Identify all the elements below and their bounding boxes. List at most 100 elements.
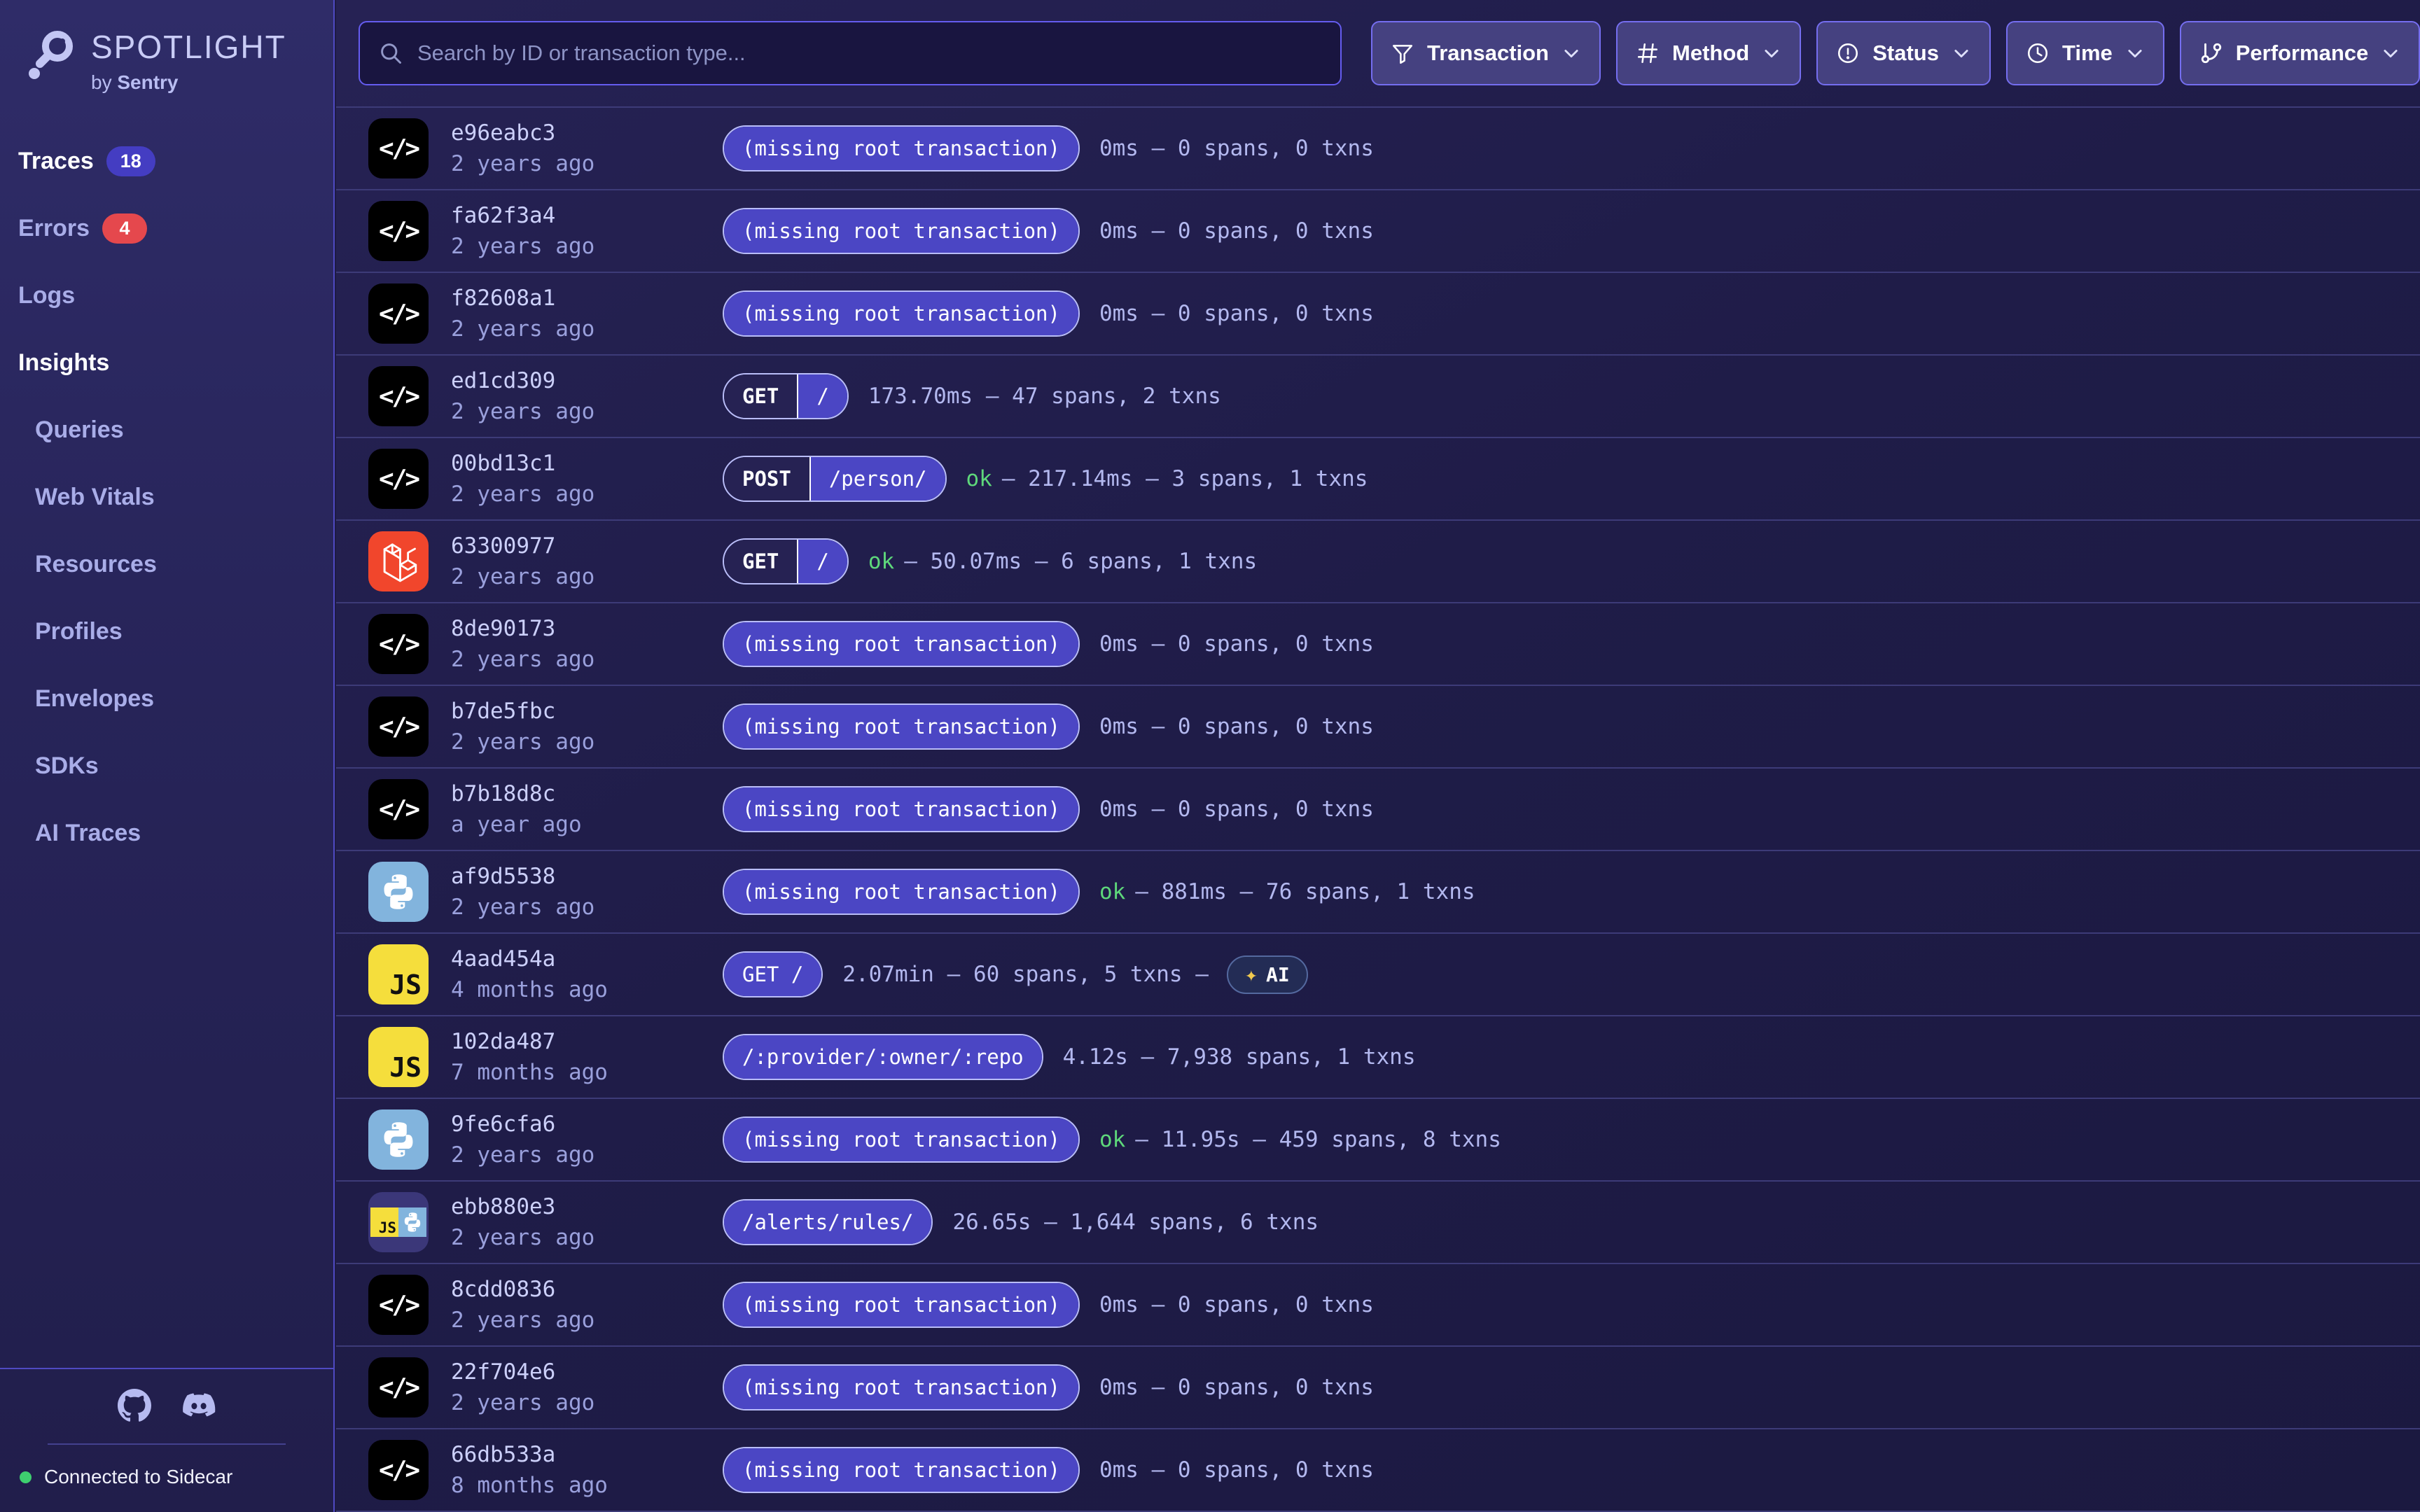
missing-root-transaction-badge: (missing root transaction) [723,125,1080,172]
missing-root-transaction-badge: (missing root transaction) [723,208,1080,254]
errors-count-badge: 4 [102,214,147,244]
filter-label: Time [2062,41,2113,66]
missing-root-transaction-badge: (missing root transaction) [723,290,1080,337]
code-icon: </> [368,284,429,344]
discord-icon[interactable] [182,1389,216,1422]
spotlight-logo-icon [28,28,80,87]
sidecar-status: Connected to Sidecar [20,1466,333,1488]
sidebar-item-errors[interactable]: Errors 4 [0,195,333,262]
spotlight-app: { "app": { "name": "SPOTLIGHT", "byline_… [0,0,2420,1512]
trace-stats: ok— 881ms — 76 spans, 1 txns [1099,879,1475,904]
sidebar-nav: Traces 18 Errors 4 Logs Insights Queries… [0,127,333,867]
filter-performance-button[interactable]: Performance [2180,21,2420,85]
trace-stats: 173.70ms — 47 spans, 2 txns [868,384,1221,409]
trace-row[interactable]: JS ebb880e3 2 years ago /alerts/rules/ 2… [336,1182,2420,1264]
sidebar-item-logs[interactable]: Logs [0,262,333,329]
http-method: GET [724,374,797,418]
trace-stats: 0ms — 0 spans, 0 txns [1099,218,1374,244]
missing-root-transaction-badge: (missing root transaction) [723,786,1080,832]
trace-age: 2 years ago [451,1308,723,1333]
chevron-down-icon [1762,43,1781,63]
chevron-down-icon [2381,43,2400,63]
trace-age: 2 years ago [451,729,723,755]
trace-age: 2 years ago [451,895,723,920]
ai-badge: ✦AI [1227,955,1308,994]
python-icon [368,1110,429,1170]
alert-circle-icon [1836,41,1860,65]
trace-row[interactable]: 63300977 2 years ago GET/ ok— 50.07ms — … [336,521,2420,603]
github-icon[interactable] [118,1389,151,1422]
trace-row[interactable]: af9d5538 2 years ago (missing root trans… [336,851,2420,934]
trace-stats: 0ms — 0 spans, 0 txns [1099,1292,1374,1317]
topbar: Transaction Method Status Time Performan… [336,0,2420,106]
trace-row[interactable]: </> b7b18d8c a year ago (missing root tr… [336,769,2420,851]
sidebar-item-ai-traces[interactable]: AI Traces [0,799,333,867]
trace-id: ed1cd309 [451,368,723,393]
sidebar-item-insights[interactable]: Insights [0,329,333,396]
filter-status-button[interactable]: Status [1816,21,1991,85]
search-box[interactable] [359,21,1342,85]
app-byline: by Sentry [91,71,286,94]
trace-stats: 0ms — 0 spans, 0 txns [1099,301,1374,326]
sidebar-item-label: Logs [18,282,75,309]
missing-root-transaction-badge: (missing root transaction) [723,869,1080,915]
trace-row[interactable]: </> f82608a1 2 years ago (missing root t… [336,273,2420,356]
sidebar-item-web-vitals[interactable]: Web Vitals [0,463,333,531]
trace-age: 4 months ago [451,977,723,1002]
trace-row[interactable]: </> 00bd13c1 2 years ago POST/person/ ok… [336,438,2420,521]
trace-stats: ok— 11.95s — 459 spans, 8 txns [1099,1127,1501,1152]
python-icon [368,862,429,922]
trace-id: 00bd13c1 [451,451,723,476]
sidebar-item-label: SDKs [35,752,99,780]
trace-row[interactable]: JS 102da487 7 months ago /:provider/:own… [336,1016,2420,1099]
trace-id: 4aad454a [451,946,723,972]
sidebar-item-traces[interactable]: Traces 18 [0,127,333,195]
code-icon: </> [368,201,429,261]
chevron-down-icon [1562,43,1581,63]
code-icon: </> [368,118,429,178]
sidebar-item-sdks[interactable]: SDKs [0,732,333,799]
trace-row[interactable]: </> ed1cd309 2 years ago GET/ 173.70ms —… [336,356,2420,438]
trace-row[interactable]: </> 8de90173 2 years ago (missing root t… [336,603,2420,686]
status-dot [20,1471,32,1483]
transaction-badge: GET/ [723,538,849,584]
sidebar-item-label: Insights [18,349,109,377]
trace-row[interactable]: 9fe6cfa6 2 years ago (missing root trans… [336,1099,2420,1182]
trace-row[interactable]: </> e96eabc3 2 years ago (missing root t… [336,108,2420,190]
trace-stats: 0ms — 0 spans, 0 txns [1099,714,1374,739]
search-input[interactable] [417,41,1322,66]
app-logo: SPOTLIGHT by Sentry [0,0,333,94]
filter-transaction-button[interactable]: Transaction [1371,21,1601,85]
trace-row[interactable]: </> 8cdd0836 2 years ago (missing root t… [336,1264,2420,1347]
trace-age: a year ago [451,812,723,837]
search-icon [378,41,403,66]
code-icon: </> [368,366,429,426]
sidebar-item-envelopes[interactable]: Envelopes [0,665,333,732]
trace-age: 2 years ago [451,564,723,589]
http-path: / [797,540,847,583]
chevron-down-icon [2125,43,2145,63]
trace-row[interactable]: </> 22f704e6 2 years ago (missing root t… [336,1347,2420,1429]
sidebar-item-label: Errors [18,215,90,242]
status-ok: ok [1099,879,1125,904]
app-name: SPOTLIGHT [91,28,286,66]
trace-row[interactable]: </> fa62f3a4 2 years ago (missing root t… [336,190,2420,273]
sidebar-item-profiles[interactable]: Profiles [0,598,333,665]
laravel-icon [368,531,429,592]
http-method: POST [724,457,809,500]
transaction-badge: GET / [723,951,823,997]
trace-age: 7 months ago [451,1060,723,1085]
trace-stats: ok— 217.14ms — 3 spans, 1 txns [966,466,1368,491]
python-icon [398,1208,426,1237]
transaction-badge: GET/ [723,373,849,419]
code-icon: </> [368,449,429,509]
sidebar-item-resources[interactable]: Resources [0,531,333,598]
trace-row[interactable]: </> b7de5fbc 2 years ago (missing root t… [336,686,2420,769]
trace-row[interactable]: </> 66db533a 8 months ago (missing root … [336,1429,2420,1512]
trace-id: b7de5fbc [451,699,723,724]
trace-row[interactable]: JS 4aad454a 4 months ago GET / 2.07min —… [336,934,2420,1016]
trace-age: 2 years ago [451,1390,723,1415]
filter-method-button[interactable]: Method [1616,21,1801,85]
sidebar-item-queries[interactable]: Queries [0,396,333,463]
filter-time-button[interactable]: Time [2006,21,2164,85]
